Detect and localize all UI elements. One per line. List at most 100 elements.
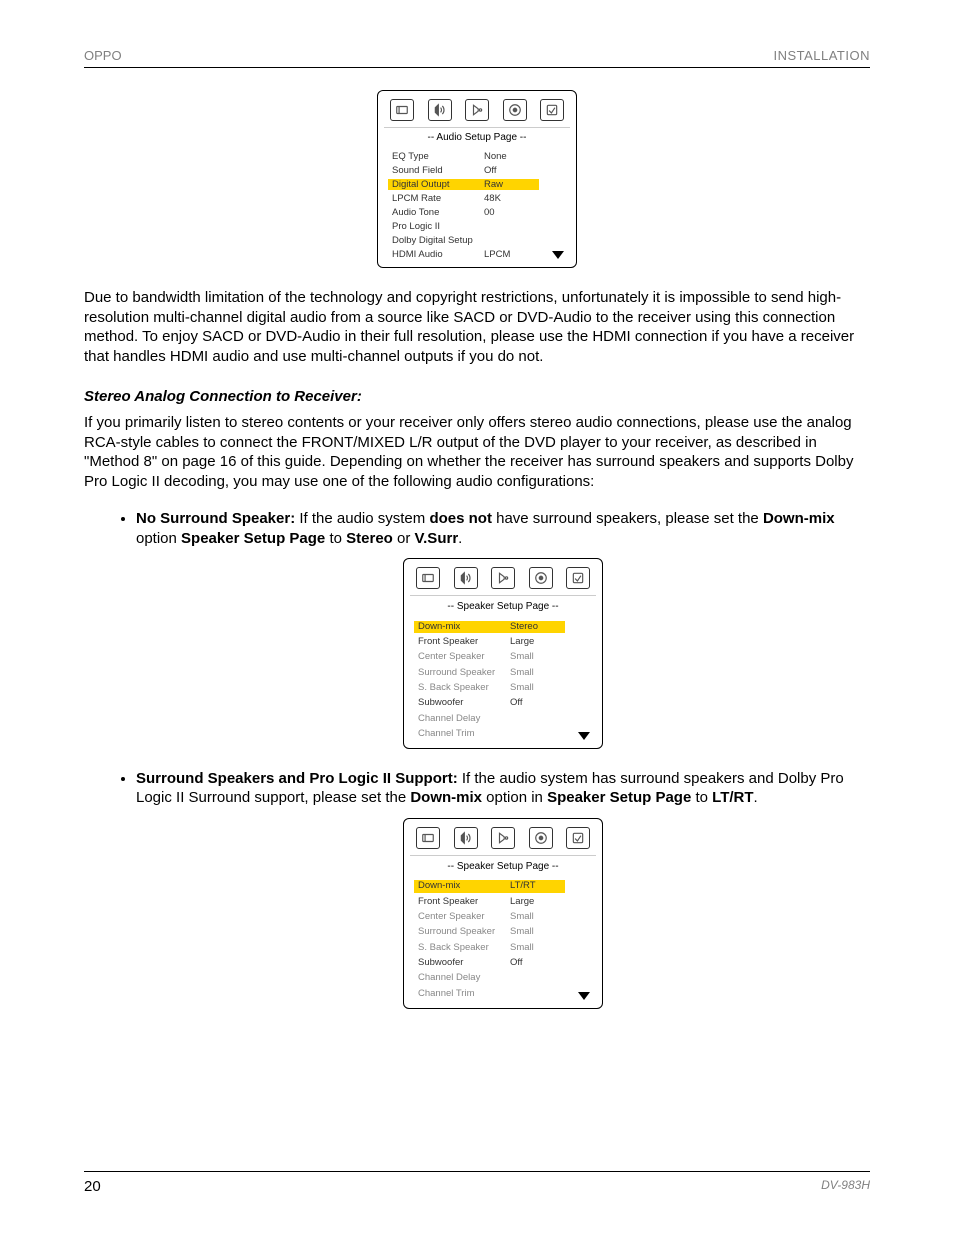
osd-row-label: Down-mix <box>414 621 510 633</box>
emph: does not <box>429 510 492 527</box>
osd-row-label: Dolby Digital Setup <box>392 235 484 246</box>
text: . <box>458 530 462 547</box>
osd-panel-audio: -- Audio Setup Page --EQ TypeNoneSound F… <box>84 90 870 268</box>
osd-row-value <box>510 972 565 984</box>
osd-row-label: LPCM Rate <box>392 193 484 204</box>
section-name: INSTALLATION <box>773 48 870 63</box>
osd-tab-icon <box>503 99 527 121</box>
osd-row-label: Subwoofer <box>418 697 510 709</box>
text: . <box>754 789 758 806</box>
osd-row: Dolby Digital Setup <box>386 233 568 247</box>
osd-row: Channel Trim <box>412 986 594 1001</box>
text: to <box>691 789 712 806</box>
osd-row-value <box>510 728 565 740</box>
emph: Stereo <box>346 530 393 547</box>
page-header: OPPO INSTALLATION <box>84 48 870 68</box>
emph: V.Surr <box>415 530 459 547</box>
osd-row-label: Channel Delay <box>418 713 510 725</box>
emph: Speaker Setup Page <box>547 789 691 806</box>
osd-row-label: Center Speaker <box>418 911 510 923</box>
osd-row: EQ TypeNone <box>386 149 568 163</box>
osd-row-value: Off <box>484 165 539 176</box>
text: to <box>325 530 346 547</box>
osd-row-value: LT/RT <box>506 880 565 892</box>
osd-row-value <box>484 235 539 246</box>
osd-row-value: Small <box>510 667 565 679</box>
text: option in <box>482 789 547 806</box>
osd-row: Center SpeakerSmall <box>412 909 594 924</box>
osd-panel-stereo: -- Speaker Setup Page --Down-mixStereoFr… <box>136 558 870 749</box>
osd-tab-icon <box>454 827 478 849</box>
osd-row: Pro Logic II <box>386 219 568 233</box>
osd-row-value: LPCM <box>484 249 539 260</box>
osd-row: Front SpeakerLarge <box>412 634 594 649</box>
osd-row-label: Sound Field <box>392 165 484 176</box>
osd-row-label: Surround Speaker <box>418 667 510 679</box>
osd-tab-icon <box>416 827 440 849</box>
osd-row-label: Channel Trim <box>418 988 510 1000</box>
osd-tab-icon <box>491 567 515 589</box>
osd-row-value: Small <box>510 942 565 954</box>
osd-row: Channel Delay <box>412 971 594 986</box>
osd-row-value: Small <box>510 926 565 938</box>
paragraph-bandwidth: Due to bandwidth limitation of the techn… <box>84 288 870 366</box>
osd-row: Audio Tone00 <box>386 205 568 219</box>
osd-row-value: Small <box>510 651 565 663</box>
osd-row: Sound FieldOff <box>386 163 568 177</box>
osd-row-value <box>484 221 539 232</box>
text: option <box>136 530 181 547</box>
osd-row-label: EQ Type <box>392 151 484 162</box>
osd-row-label: Subwoofer <box>418 957 510 969</box>
osd-row: Surround SpeakerSmall <box>412 665 594 680</box>
osd-row-value: Raw <box>480 179 539 190</box>
osd-row: Channel Delay <box>412 711 594 726</box>
osd-row: S. Back SpeakerSmall <box>412 940 594 955</box>
bullet-label: Surround Speakers and Pro Logic II Suppo… <box>136 770 458 787</box>
osd-row-value: 00 <box>484 207 539 218</box>
osd-row-value: Small <box>510 911 565 923</box>
osd-row-value: Large <box>510 896 565 908</box>
emph: Down-mix <box>763 510 835 527</box>
osd-row-label: Pro Logic II <box>392 221 484 232</box>
bullet-no-surround: No Surround Speaker: If the audio system… <box>136 509 870 749</box>
osd-row-label: Down-mix <box>414 880 510 892</box>
osd-tabs <box>384 97 570 127</box>
osd-row-label: Center Speaker <box>418 651 510 663</box>
osd-row: SubwooferOff <box>412 955 594 970</box>
section-title: Stereo Analog Connection to Receiver: <box>84 388 870 405</box>
osd-row-value: Large <box>510 636 565 648</box>
text: have surround speakers, please set the <box>492 510 763 527</box>
page-footer: 20 DV-983H <box>84 1171 870 1195</box>
osd-row: Surround SpeakerSmall <box>412 925 594 940</box>
osd-row-label: Front Speaker <box>418 636 510 648</box>
osd-row: Channel Trim <box>412 726 594 741</box>
osd-panel-body: Down-mixLT/RT Front SpeakerLargeCenter Sp… <box>410 877 596 1002</box>
osd-row-label: S. Back Speaker <box>418 682 510 694</box>
osd-tab-icon <box>529 567 553 589</box>
osd-tab-icon <box>390 99 414 121</box>
osd-row: LPCM Rate48K <box>386 191 568 205</box>
osd-tab-icon <box>428 99 452 121</box>
scroll-down-icon <box>578 732 590 740</box>
osd-row: Down-mixStereo <box>412 619 594 634</box>
emph: Down-mix <box>410 789 482 806</box>
osd-panel-ltrt: -- Speaker Setup Page -- Down-mixLT/RT Fro… <box>136 818 870 1009</box>
osd-row-value: Small <box>510 682 565 694</box>
osd-row: HDMI AudioLPCM <box>386 247 568 261</box>
osd-row-value: Off <box>510 957 565 969</box>
osd-panel-title: -- Speaker Setup Page -- <box>410 855 596 877</box>
osd-row: Digital OutuptRaw <box>386 177 568 191</box>
brand: OPPO <box>84 48 122 63</box>
osd-tab-icon <box>465 99 489 121</box>
config-list: No Surround Speaker: If the audio system… <box>120 509 870 1009</box>
osd-row-label: Front Speaker <box>418 896 510 908</box>
osd-panel-body: Down-mixStereoFront SpeakerLargeCenter S… <box>410 617 596 742</box>
osd-row-value: None <box>484 151 539 162</box>
model-number: DV-983H <box>821 1178 870 1192</box>
osd-row-value: Stereo <box>506 621 565 633</box>
page-number: 20 <box>84 1178 101 1195</box>
osd-row-value: 48K <box>484 193 539 204</box>
osd-row-label: HDMI Audio <box>392 249 484 260</box>
osd-panel-title: -- Speaker Setup Page -- <box>410 595 596 617</box>
emph: Speaker Setup Page <box>181 530 325 547</box>
